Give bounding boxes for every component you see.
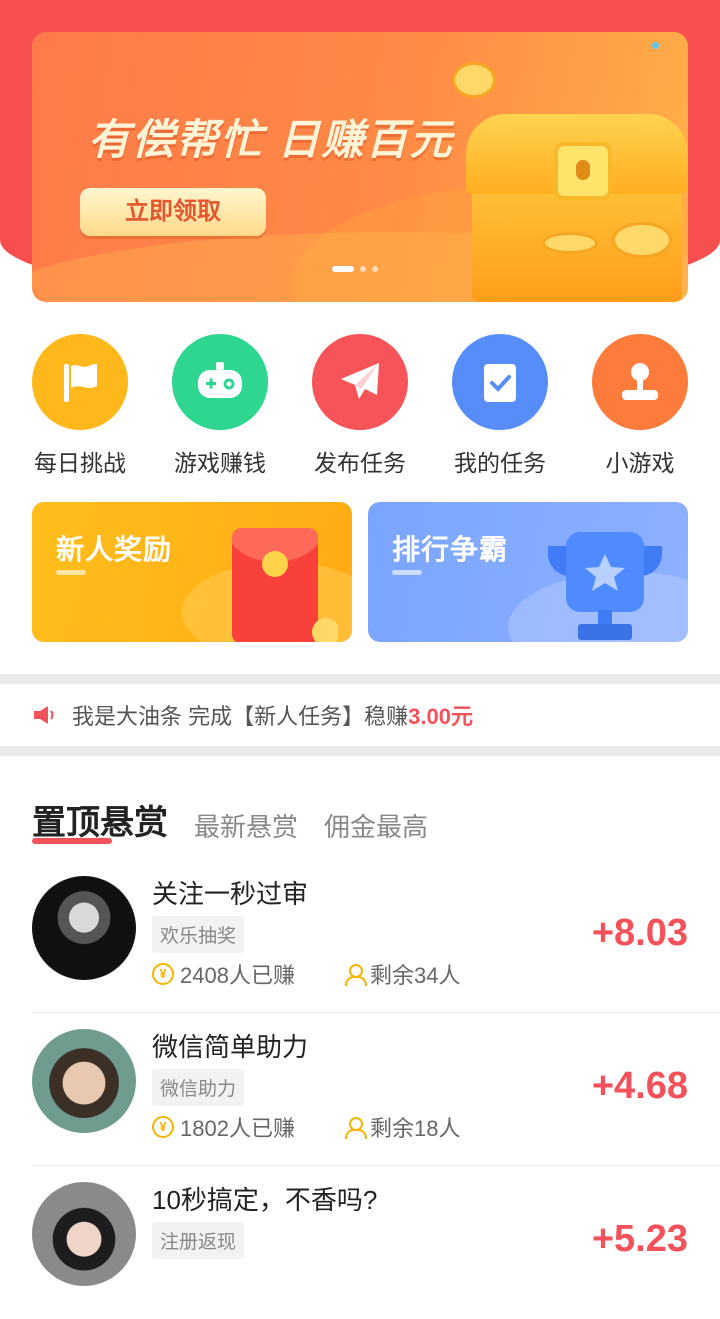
reward-tabs: 置顶悬赏 最新悬赏 佣金最高 — [32, 784, 428, 844]
gamepad-icon — [172, 334, 268, 430]
remaining-count: 剩余18人 — [344, 1111, 460, 1143]
task-title: 10秒搞定，不香吗? — [152, 1185, 378, 1215]
quick-menu: 每日挑战 游戏赚钱 发布任务 我的任务 小游戏 — [0, 334, 720, 476]
task-title: 微信简单助力 — [152, 1032, 309, 1062]
task-list: 关注一秒过审 欢乐抽奖 ¥2408人已赚 剩余34人 +8.03 微信简单助力 … — [0, 860, 720, 1319]
menu-label: 小游戏 — [605, 450, 675, 476]
card-title: 新人奖励 — [56, 534, 173, 565]
list-item[interactable]: 10秒搞定，不香吗? 注册返现 +5.23 — [32, 1166, 720, 1319]
avatar — [32, 1029, 136, 1133]
list-item[interactable]: 关注一秒过审 欢乐抽奖 ¥2408人已赚 剩余34人 +8.03 — [32, 860, 720, 1013]
notice-bar[interactable]: 我是大油条 完成【新人任务】稳赚 3.00元 — [0, 684, 720, 746]
speaker-icon — [34, 706, 54, 724]
card-title: 排行争霸 — [392, 534, 509, 565]
menu-label: 游戏赚钱 — [174, 450, 266, 476]
earned-count: ¥1802人已赚 — [152, 1111, 295, 1143]
menu-my-tasks[interactable]: 我的任务 — [430, 334, 570, 478]
person-icon — [344, 964, 367, 986]
task-tag: 欢乐抽奖 — [152, 916, 245, 953]
task-tag: 注册返现 — [152, 1222, 245, 1259]
task-price: +4.68 — [591, 1065, 688, 1107]
newcomer-reward-card[interactable]: 新人奖励 — [32, 502, 352, 642]
tab-pinned-reward[interactable]: 置顶悬赏 — [32, 795, 168, 844]
person-icon — [344, 1117, 367, 1139]
yen-icon: ¥ — [152, 1116, 174, 1138]
task-check-icon — [452, 334, 548, 430]
promo-banner[interactable]: 有偿帮忙 日赚百元 立即领取 — [32, 32, 688, 302]
active-tab-indicator — [32, 838, 112, 844]
card-underline — [392, 570, 422, 575]
paper-plane-icon — [312, 334, 408, 430]
section-divider — [0, 674, 720, 684]
earned-count: ¥2408人已赚 — [152, 958, 295, 990]
flag-icon — [32, 334, 128, 430]
feature-cards: 新人奖励 排行争霸 — [32, 502, 688, 642]
red-envelope-icon — [232, 528, 338, 642]
treasure-chest-icon — [452, 62, 688, 302]
tab-latest-reward[interactable]: 最新悬赏 — [194, 807, 298, 844]
list-item[interactable]: 微信简单助力 微信助力 ¥1802人已赚 剩余18人 +4.68 — [32, 1013, 720, 1166]
menu-publish-task[interactable]: 发布任务 — [290, 334, 430, 478]
task-title: 关注一秒过审 — [152, 879, 309, 909]
card-underline — [56, 570, 86, 575]
tab-highest-commission[interactable]: 佣金最高 — [324, 807, 428, 844]
remaining-count: 剩余34人 — [344, 958, 460, 990]
joystick-icon — [592, 334, 688, 430]
task-price: +5.23 — [591, 1218, 688, 1260]
menu-daily-challenge[interactable]: 每日挑战 — [10, 334, 150, 478]
section-divider — [0, 746, 720, 756]
menu-label: 我的任务 — [454, 450, 546, 476]
carousel-indicator[interactable] — [332, 266, 378, 272]
notice-amount: 3.00元 — [408, 704, 473, 729]
claim-now-button[interactable]: 立即领取 — [80, 188, 266, 236]
decoration-dot — [652, 42, 659, 49]
avatar — [32, 876, 136, 980]
task-price: +8.03 — [591, 912, 688, 954]
task-tag: 微信助力 — [152, 1069, 245, 1106]
menu-label: 发布任务 — [314, 450, 406, 476]
menu-game-earn[interactable]: 游戏赚钱 — [150, 334, 290, 478]
leaderboard-card[interactable]: 排行争霸 — [368, 502, 688, 642]
yen-icon: ¥ — [152, 963, 174, 985]
menu-mini-games[interactable]: 小游戏 — [570, 334, 710, 478]
notice-text: 我是大油条 完成【新人任务】稳赚 — [72, 704, 409, 729]
menu-label: 每日挑战 — [34, 450, 126, 476]
avatar — [32, 1182, 136, 1286]
banner-title: 有偿帮忙 日赚百元 — [88, 116, 454, 163]
trophy-icon — [548, 532, 662, 640]
